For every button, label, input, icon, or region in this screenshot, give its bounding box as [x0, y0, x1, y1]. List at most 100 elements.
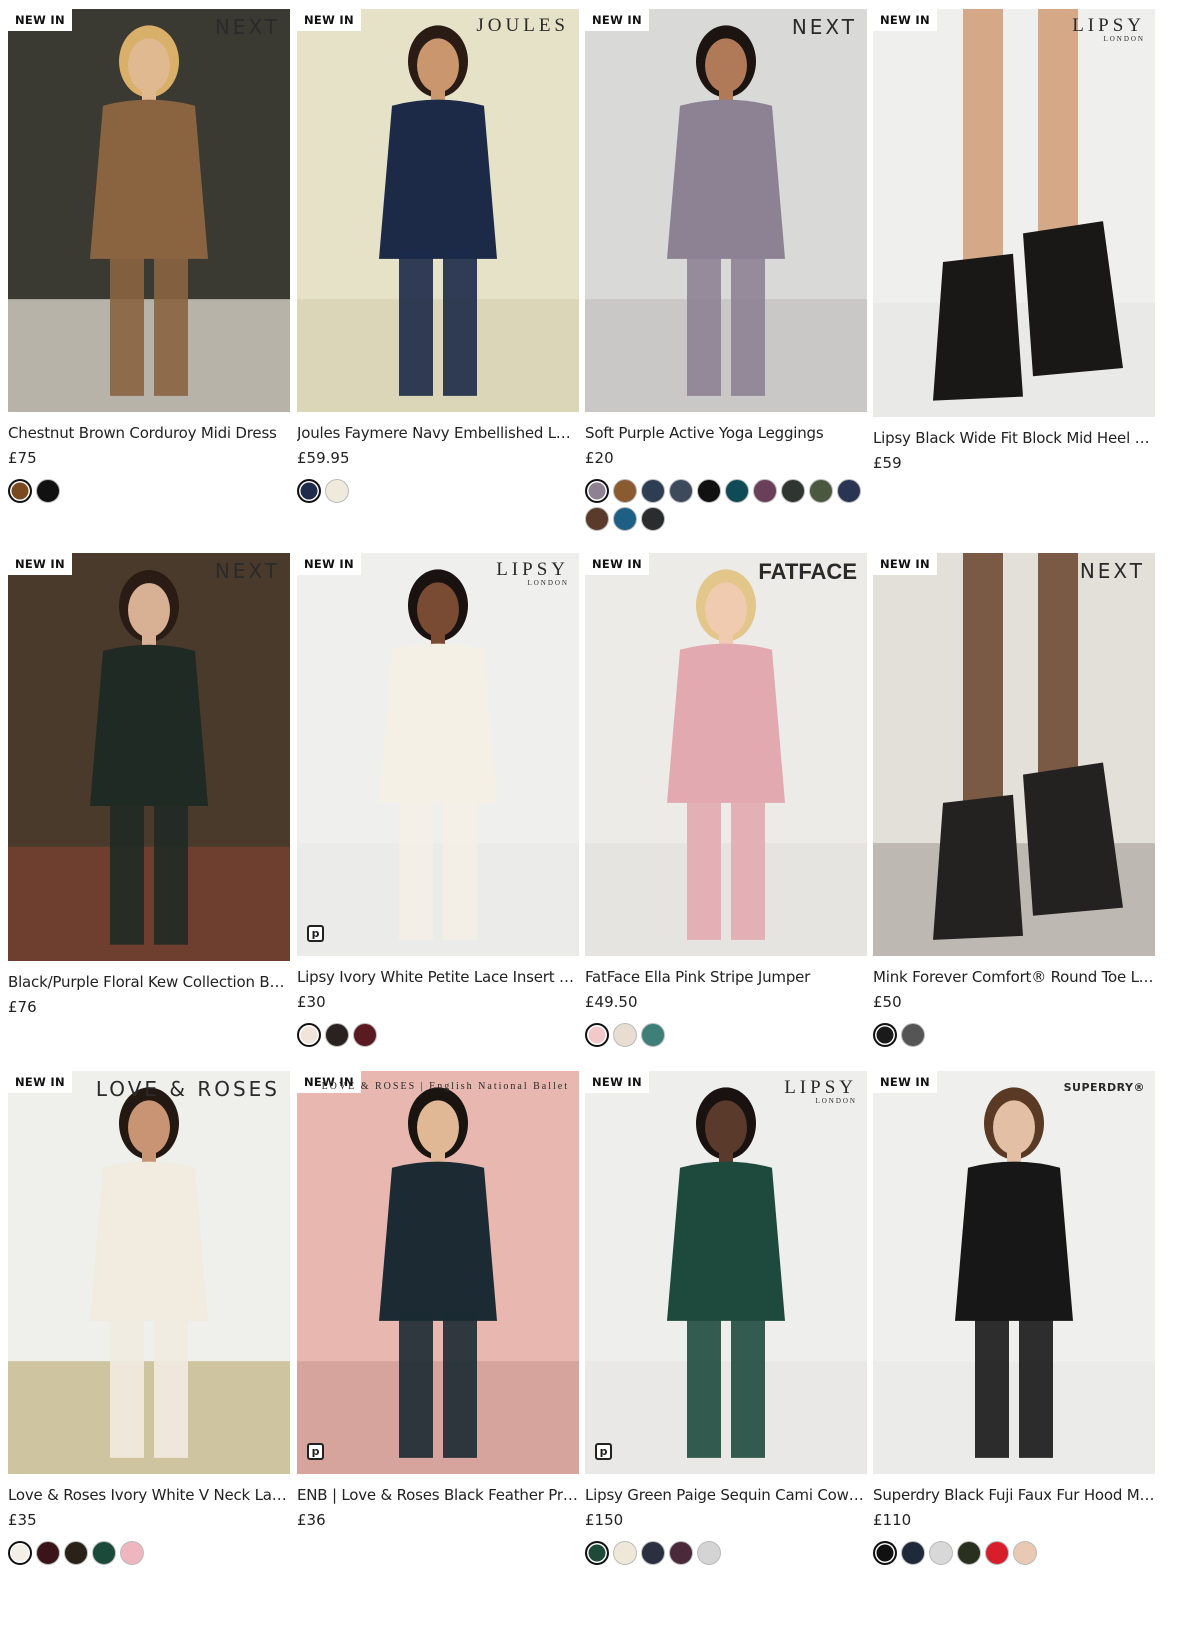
product-title[interactable]: Superdry Black Fuji Faux Fur Hood Mid Le… — [873, 1486, 1155, 1504]
brand-logo: FATFACE — [758, 559, 857, 585]
colour-swatch[interactable] — [697, 479, 721, 503]
product-title[interactable]: Chestnut Brown Corduroy Midi Dress — [8, 424, 290, 442]
product-card[interactable]: NEW IN FATFACE FatFace Ella Pink Stripe Ju… — [585, 553, 867, 1083]
product-price: £20 — [585, 449, 614, 467]
product-image[interactable]: NEW IN LOVE & ROSES | English National Ba… — [297, 1071, 579, 1474]
product-card[interactable]: NEW IN LIPSY LONDON p Lipsy Green Paige Sequ… — [585, 1071, 867, 1631]
colour-swatch[interactable] — [120, 1541, 144, 1565]
colour-swatches — [8, 1541, 290, 1565]
brand-logo: LIPSY LONDON — [784, 1077, 857, 1105]
colour-swatch[interactable] — [353, 1023, 377, 1047]
colour-swatch[interactable] — [613, 479, 637, 503]
colour-swatch[interactable] — [641, 479, 665, 503]
colour-swatch[interactable] — [613, 1541, 637, 1565]
colour-swatch[interactable] — [585, 479, 609, 503]
product-price: £30 — [297, 993, 326, 1011]
product-price: £36 — [297, 1511, 326, 1529]
colour-swatches — [873, 1541, 1155, 1565]
product-card[interactable]: NEW IN NEXT Chestnut Brown Corduroy Midi D… — [8, 9, 290, 539]
colour-swatches — [585, 1023, 867, 1047]
colour-swatch[interactable] — [613, 507, 637, 531]
product-card[interactable]: NEW IN NEXT Black/Purple Floral Kew Collec… — [8, 553, 290, 1083]
brand-logo: NEXT — [215, 15, 280, 39]
colour-swatch[interactable] — [92, 1541, 116, 1565]
product-image[interactable]: NEW IN NEXT — [585, 9, 867, 412]
colour-swatch[interactable] — [697, 1541, 721, 1565]
product-card[interactable]: NEW IN NEXT Mink Forever Comfort® Round To… — [873, 553, 1155, 1083]
product-price: £110 — [873, 1511, 912, 1529]
colour-swatch[interactable] — [585, 1541, 609, 1565]
product-title[interactable]: Soft Purple Active Yoga Leggings — [585, 424, 867, 442]
product-title[interactable]: Lipsy Green Paige Sequin Cami Cowl Neck … — [585, 1486, 867, 1504]
colour-swatch[interactable] — [781, 479, 805, 503]
product-image[interactable]: NEW IN JOULES — [297, 9, 579, 412]
brand-logo: NEXT — [792, 15, 857, 39]
product-card[interactable]: NEW IN JOULES Joules Faymere Navy Embellis… — [297, 9, 579, 539]
colour-swatch[interactable] — [641, 1541, 665, 1565]
brand-subtitle: LONDON — [815, 1097, 857, 1105]
product-price: £150 — [585, 1511, 624, 1529]
colour-swatch[interactable] — [8, 1541, 32, 1565]
colour-swatch[interactable] — [641, 507, 665, 531]
brand-name: LIPSY — [496, 559, 569, 580]
product-title[interactable]: Black/Purple Floral Kew Collection Bardo… — [8, 973, 290, 991]
colour-swatch[interactable] — [8, 479, 32, 503]
colour-swatch[interactable] — [36, 1541, 60, 1565]
brand-subtitle: LONDON — [527, 579, 569, 587]
product-title[interactable]: ENB | Love & Roses Black Feather Print S… — [297, 1486, 579, 1504]
product-title[interactable]: Mink Forever Comfort® Round Toe Loafers — [873, 968, 1155, 986]
colour-swatch[interactable] — [297, 1023, 321, 1047]
colour-swatch[interactable] — [64, 1541, 88, 1565]
colour-swatch[interactable] — [725, 479, 749, 503]
colour-swatch[interactable] — [325, 1023, 349, 1047]
new-in-badge: NEW IN — [8, 553, 72, 575]
product-image[interactable]: NEW IN NEXT — [8, 553, 290, 961]
colour-swatch[interactable] — [36, 479, 60, 503]
colour-swatch[interactable] — [873, 1541, 897, 1565]
product-card[interactable]: NEW IN LIPSY LONDON p Lipsy Ivory White Peti… — [297, 553, 579, 1083]
product-photo — [873, 9, 1155, 417]
colour-swatch[interactable] — [641, 1023, 665, 1047]
colour-swatch[interactable] — [873, 1023, 897, 1047]
product-image[interactable]: NEW IN NEXT — [8, 9, 290, 412]
colour-swatch[interactable] — [585, 1023, 609, 1047]
colour-swatch[interactable] — [957, 1541, 981, 1565]
colour-swatch[interactable] — [753, 479, 777, 503]
product-title[interactable]: Lipsy Black Wide Fit Block Mid Heel Ankl… — [873, 429, 1155, 447]
product-title[interactable]: FatFace Ella Pink Stripe Jumper — [585, 968, 867, 986]
colour-swatch[interactable] — [325, 479, 349, 503]
product-photo — [297, 9, 579, 412]
product-image[interactable]: NEW IN LIPSY LONDON — [873, 9, 1155, 417]
product-image[interactable]: NEW IN SUPERDRY® — [873, 1071, 1155, 1474]
product-image[interactable]: NEW IN LIPSY LONDON p — [585, 1071, 867, 1474]
colour-swatch[interactable] — [613, 1023, 637, 1047]
colour-swatch[interactable] — [837, 479, 861, 503]
product-card[interactable]: NEW IN SUPERDRY® Superdry Black Fuji Faux … — [873, 1071, 1155, 1631]
colour-swatch[interactable] — [809, 479, 833, 503]
product-title[interactable]: Joules Faymere Navy Embellished Long Sle… — [297, 424, 579, 442]
product-price: £59 — [873, 454, 902, 472]
brand-name: NEXT — [1079, 559, 1145, 583]
product-image[interactable]: NEW IN LIPSY LONDON p — [297, 553, 579, 956]
colour-swatch[interactable] — [669, 479, 693, 503]
product-title[interactable]: Lipsy Ivory White Petite Lace Insert Kni… — [297, 968, 579, 986]
colour-swatch[interactable] — [297, 479, 321, 503]
colour-swatches — [297, 479, 579, 503]
colour-swatch[interactable] — [985, 1541, 1009, 1565]
colour-swatch[interactable] — [901, 1023, 925, 1047]
new-in-badge: NEW IN — [873, 553, 937, 575]
product-card[interactable]: NEW IN LOVE & ROSES | English National Ba… — [297, 1071, 579, 1631]
colour-swatch[interactable] — [669, 1541, 693, 1565]
product-title[interactable]: Love & Roses Ivory White V Neck Lace Tri… — [8, 1486, 290, 1504]
product-card[interactable]: NEW IN LOVE & ROSES Love & Roses Ivory Whi… — [8, 1071, 290, 1631]
product-image[interactable]: NEW IN FATFACE — [585, 553, 867, 956]
product-image[interactable]: NEW IN NEXT — [873, 553, 1155, 956]
colour-swatch[interactable] — [585, 507, 609, 531]
colour-swatch[interactable] — [901, 1541, 925, 1565]
product-card[interactable]: NEW IN LIPSY LONDON Lipsy Black Wide Fit Bl… — [873, 9, 1155, 539]
colour-swatch[interactable] — [1013, 1541, 1037, 1565]
product-image[interactable]: NEW IN LOVE & ROSES — [8, 1071, 290, 1474]
product-card[interactable]: NEW IN NEXT Soft Purple Active Yoga Leggin… — [585, 9, 867, 539]
colour-swatch[interactable] — [929, 1541, 953, 1565]
brand-name: SUPERDRY® — [1063, 1081, 1145, 1094]
